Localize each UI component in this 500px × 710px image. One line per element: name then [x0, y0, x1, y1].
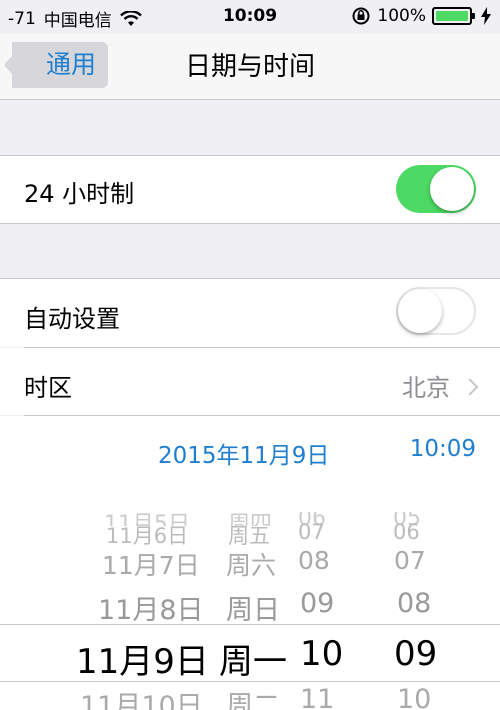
toggle-knob [398, 289, 442, 333]
picker-weekday: 周二 [226, 691, 280, 710]
hour24-label: 24 小时制 [24, 180, 135, 208]
picker-hour: 09 [300, 588, 335, 619]
timezone-row[interactable]: 时区 北京 [0, 348, 500, 415]
picker-date: 11月8日 [98, 595, 204, 626]
picker-minute: 10 [397, 684, 432, 710]
time-value: 10:09 [409, 436, 476, 462]
picker-hour-selected: 10 [300, 634, 344, 674]
timezone-label: 时区 [24, 374, 72, 402]
date-value: 2015年11月9日 [158, 443, 330, 469]
picker-minute: 07 [394, 546, 426, 575]
picker-weekday: 周日 [226, 595, 280, 626]
status-right: 100% [351, 6, 492, 26]
charging-icon [481, 7, 491, 25]
navigation-bar: 日期与时间 通用 [0, 34, 500, 100]
picker-minute: 08 [397, 588, 432, 619]
rotation-lock-icon [352, 7, 370, 25]
picker-weekday: 周六 [226, 551, 277, 580]
timezone-value-text: 北京 [402, 374, 450, 402]
picker-hour: 11 [300, 684, 335, 710]
battery-percent: 100% [377, 6, 426, 26]
hour24-row: 24 小时制 [0, 156, 500, 223]
auto-set-label: 自动设置 [24, 305, 120, 333]
status-bar: -71 中国电信 10:09 100% [0, 0, 500, 34]
picker-date: 11月10日 [80, 691, 203, 710]
date-time-picker[interactable]: 11月5日 周四 06 05 11月6日 周五 07 06 11月7日 周六 0… [0, 484, 500, 710]
picker-weekday-selected: 周一 [219, 642, 287, 682]
picker-hour: 08 [298, 546, 330, 575]
battery-fill [436, 11, 468, 21]
auto-set-row: 自动设置 [0, 279, 500, 347]
divider [0, 223, 500, 224]
toggle-knob [430, 167, 474, 211]
auto-set-toggle[interactable] [396, 287, 476, 335]
back-button[interactable]: 通用 [3, 42, 108, 88]
picker-hour: 07 [298, 520, 325, 544]
picker-date-selected: 11月9日 [76, 642, 209, 682]
back-button-label: 通用 [46, 50, 97, 79]
chevron-right-icon [461, 378, 479, 396]
hour24-toggle[interactable] [396, 165, 476, 213]
timezone-value: 北京 [402, 368, 479, 403]
picker-minute: 06 [393, 520, 420, 544]
battery-icon [432, 7, 475, 25]
date-time-row[interactable]: 2015年11月9日 10:09 [0, 416, 500, 484]
picker-date: 11月7日 [102, 551, 200, 580]
picker-minute-selected: 09 [394, 634, 438, 674]
